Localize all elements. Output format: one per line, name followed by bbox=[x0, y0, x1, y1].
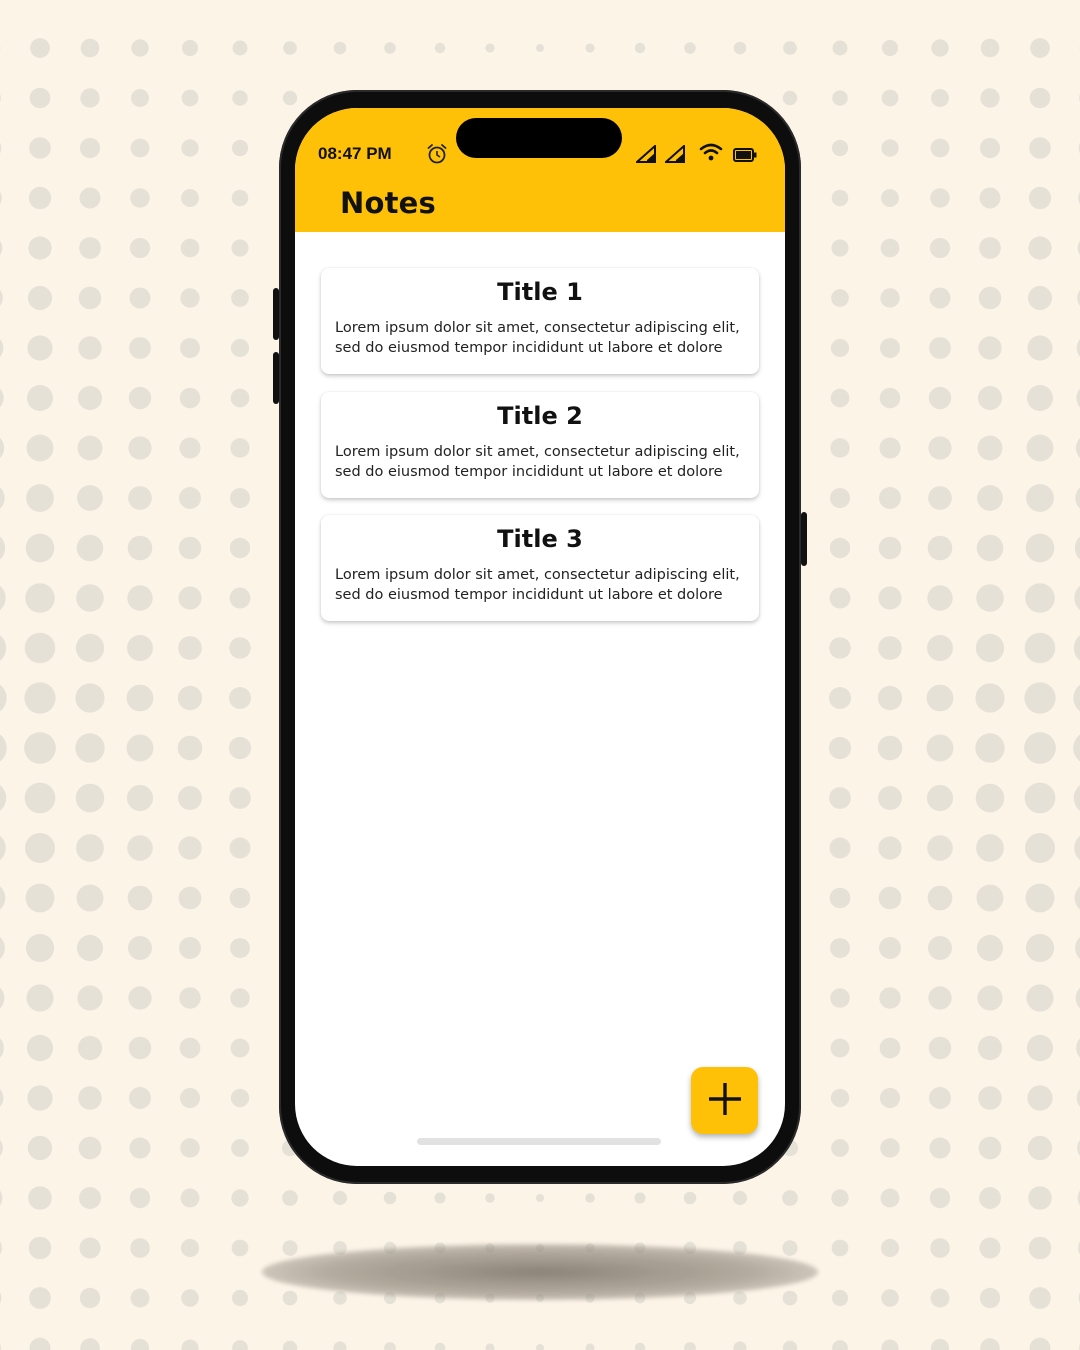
home-indicator[interactable] bbox=[417, 1138, 661, 1145]
wifi-icon bbox=[699, 142, 723, 166]
signal-icon bbox=[634, 143, 656, 167]
volume-up-button bbox=[273, 288, 279, 340]
phone-shadow bbox=[262, 1244, 818, 1300]
note-body: Lorem ipsum dolor sit amet, consectetur … bbox=[335, 320, 740, 356]
volume-down-button bbox=[273, 352, 279, 404]
note-card[interactable]: Title 2 Lorem ipsum dolor sit amet, cons… bbox=[321, 392, 759, 498]
note-card[interactable]: Title 1 Lorem ipsum dolor sit amet, cons… bbox=[321, 268, 759, 374]
note-title: Title 3 bbox=[497, 525, 583, 553]
phone-screen: 08:47 PM Notes Title 1 Lorem ipsum dolor… bbox=[295, 108, 785, 1166]
battery-icon bbox=[733, 147, 757, 166]
alarm-icon bbox=[426, 143, 448, 165]
phone-frame: 08:47 PM Notes Title 1 Lorem ipsum dolor… bbox=[273, 90, 807, 1184]
dynamic-island bbox=[456, 118, 622, 158]
status-time: 08:47 PM bbox=[318, 144, 392, 163]
note-body: Lorem ipsum dolor sit amet, consectetur … bbox=[335, 444, 740, 480]
plus-icon bbox=[707, 1081, 743, 1121]
power-button bbox=[801, 512, 807, 566]
note-body: Lorem ipsum dolor sit amet, consectetur … bbox=[335, 567, 740, 603]
note-title: Title 2 bbox=[497, 402, 583, 430]
note-card[interactable]: Title 3 Lorem ipsum dolor sit amet, cons… bbox=[321, 515, 759, 621]
note-title: Title 1 bbox=[497, 278, 583, 306]
app-title: Notes bbox=[340, 186, 436, 220]
add-note-button[interactable] bbox=[691, 1067, 758, 1134]
signal-icon bbox=[663, 143, 685, 167]
app-bar: 08:47 PM Notes bbox=[295, 108, 785, 232]
